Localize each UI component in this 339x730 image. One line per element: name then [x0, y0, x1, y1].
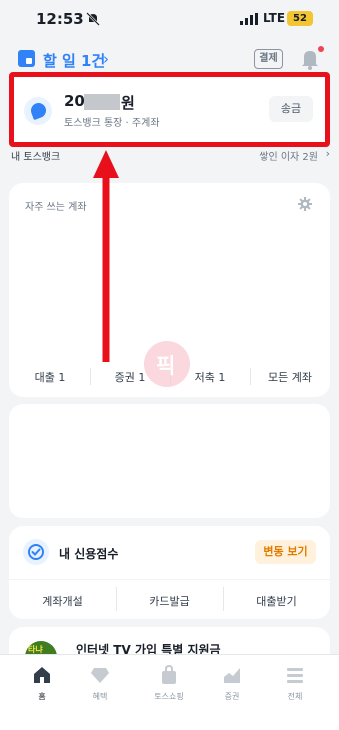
nav-label: 혜택 — [92, 692, 108, 701]
gem-icon — [91, 668, 109, 683]
main-account-card[interactable]: 20 원 토스뱅크 통장 · 주계좌 송금 — [9, 72, 330, 147]
todo-link[interactable]: 할 일 1건 — [43, 50, 105, 71]
menu-icon — [287, 668, 303, 683]
notification-dot — [318, 46, 324, 52]
pay-button[interactable]: 결제 — [254, 49, 283, 69]
currency-unit: 원 — [121, 94, 135, 112]
shopping-bag-icon — [162, 665, 176, 684]
issue-card-button[interactable]: 카드발급 — [116, 593, 223, 609]
bottom-nav: 홈 혜택 토스쇼핑 증권 전체 — [0, 654, 339, 730]
tab-loan[interactable]: 대출 1 — [10, 369, 90, 385]
status-bar: 12:53 LTE 52 — [0, 0, 339, 40]
bell-off-icon — [86, 12, 100, 26]
nav-all[interactable]: 전체 — [270, 665, 320, 702]
credit-score-card: 내 신용점수 변동 보기 계좌개설 카드발급 대출받기 — [9, 526, 330, 619]
network-type: LTE — [263, 11, 286, 25]
credit-score-title: 내 신용점수 — [59, 547, 119, 561]
top-header: 할 일 1건 › 결제 — [0, 40, 339, 76]
nav-label: 증권 — [224, 692, 240, 701]
account-name: 토스뱅크 통장 · 주계좌 — [64, 118, 160, 129]
nav-label: 홈 — [38, 692, 46, 701]
nav-label: 전체 — [287, 692, 303, 701]
frequent-accounts-title: 자주 쓰는 계좌 — [25, 202, 87, 213]
nav-label: 토스쇼핑 — [154, 692, 184, 701]
status-time: 12:53 — [36, 10, 84, 28]
toss-bank-row[interactable]: 내 토스뱅크 쌓인 이자 2원 › — [9, 147, 330, 167]
battery-indicator: 52 — [287, 11, 313, 26]
chevron-right-icon: › — [325, 147, 330, 160]
signal-icon — [240, 13, 258, 25]
balance-mask — [84, 94, 120, 110]
divider — [9, 579, 330, 580]
empty-card — [9, 404, 330, 518]
nav-securities[interactable]: 증권 — [207, 665, 257, 702]
gear-icon[interactable] — [298, 197, 312, 211]
chart-icon — [224, 668, 240, 683]
bell-icon[interactable] — [300, 48, 320, 70]
nav-home[interactable]: 홈 — [17, 665, 67, 702]
nav-shopping[interactable]: 토스쇼핑 — [144, 665, 194, 702]
get-loan-button[interactable]: 대출받기 — [223, 593, 330, 609]
interest-label: 쌓인 이자 2원 — [259, 152, 318, 163]
tab-all-accounts[interactable]: 모든 계좌 — [250, 369, 330, 385]
toss-bank-label: 내 토스뱅크 — [11, 152, 61, 163]
gauge-check-icon — [23, 539, 49, 565]
todo-icon[interactable] — [18, 50, 35, 67]
account-balance-prefix: 20 — [64, 92, 85, 110]
toss-bank-logo-icon — [24, 97, 52, 125]
watermark — [144, 341, 190, 387]
send-button[interactable]: 송금 — [269, 96, 313, 122]
open-account-button[interactable]: 계좌개설 — [9, 593, 116, 609]
nav-benefits[interactable]: 혜택 — [75, 665, 125, 702]
view-change-button[interactable]: 변동 보기 — [255, 540, 316, 564]
chevron-right-icon: › — [103, 50, 109, 68]
home-icon — [34, 667, 50, 683]
